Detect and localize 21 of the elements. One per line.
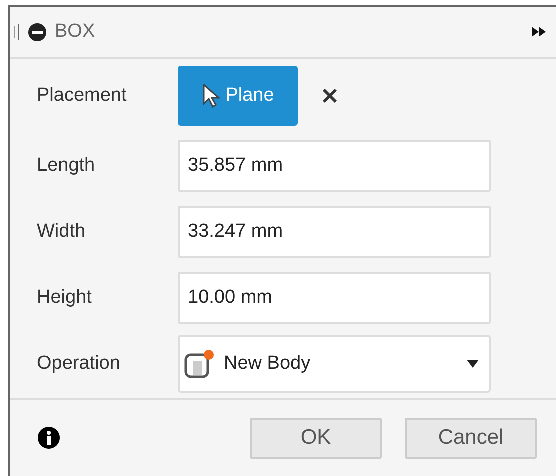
- caret-icon: [467, 360, 479, 368]
- dialog-title: BOX: [55, 20, 96, 44]
- dialog-button[interactable]: OK: [250, 418, 382, 458]
- field-label: Length: [37, 154, 96, 178]
- clear-icon[interactable]: [322, 88, 338, 104]
- field-label: Height: [37, 286, 93, 310]
- collapse-icon[interactable]: [28, 22, 47, 42]
- plane-select-button[interactable]: Plane: [178, 66, 298, 126]
- input-field[interactable]: 35.857 mm: [178, 140, 491, 192]
- field-label: Placement: [37, 84, 128, 108]
- new-body-icon: [184, 349, 216, 379]
- dialog-button[interactable]: Cancel: [405, 418, 537, 458]
- info-icon[interactable]: [38, 427, 60, 449]
- operation-dropdown[interactable]: New Body: [178, 335, 491, 393]
- pointer-icon: [202, 84, 220, 108]
- field-label: Operation: [37, 352, 122, 376]
- grip-icon[interactable]: [14, 23, 20, 41]
- expand-icon[interactable]: [532, 26, 546, 38]
- input-field[interactable]: 33.247 mm: [178, 206, 491, 258]
- field-label: Width: [37, 220, 87, 244]
- input-field[interactable]: 10.00 mm: [178, 272, 491, 324]
